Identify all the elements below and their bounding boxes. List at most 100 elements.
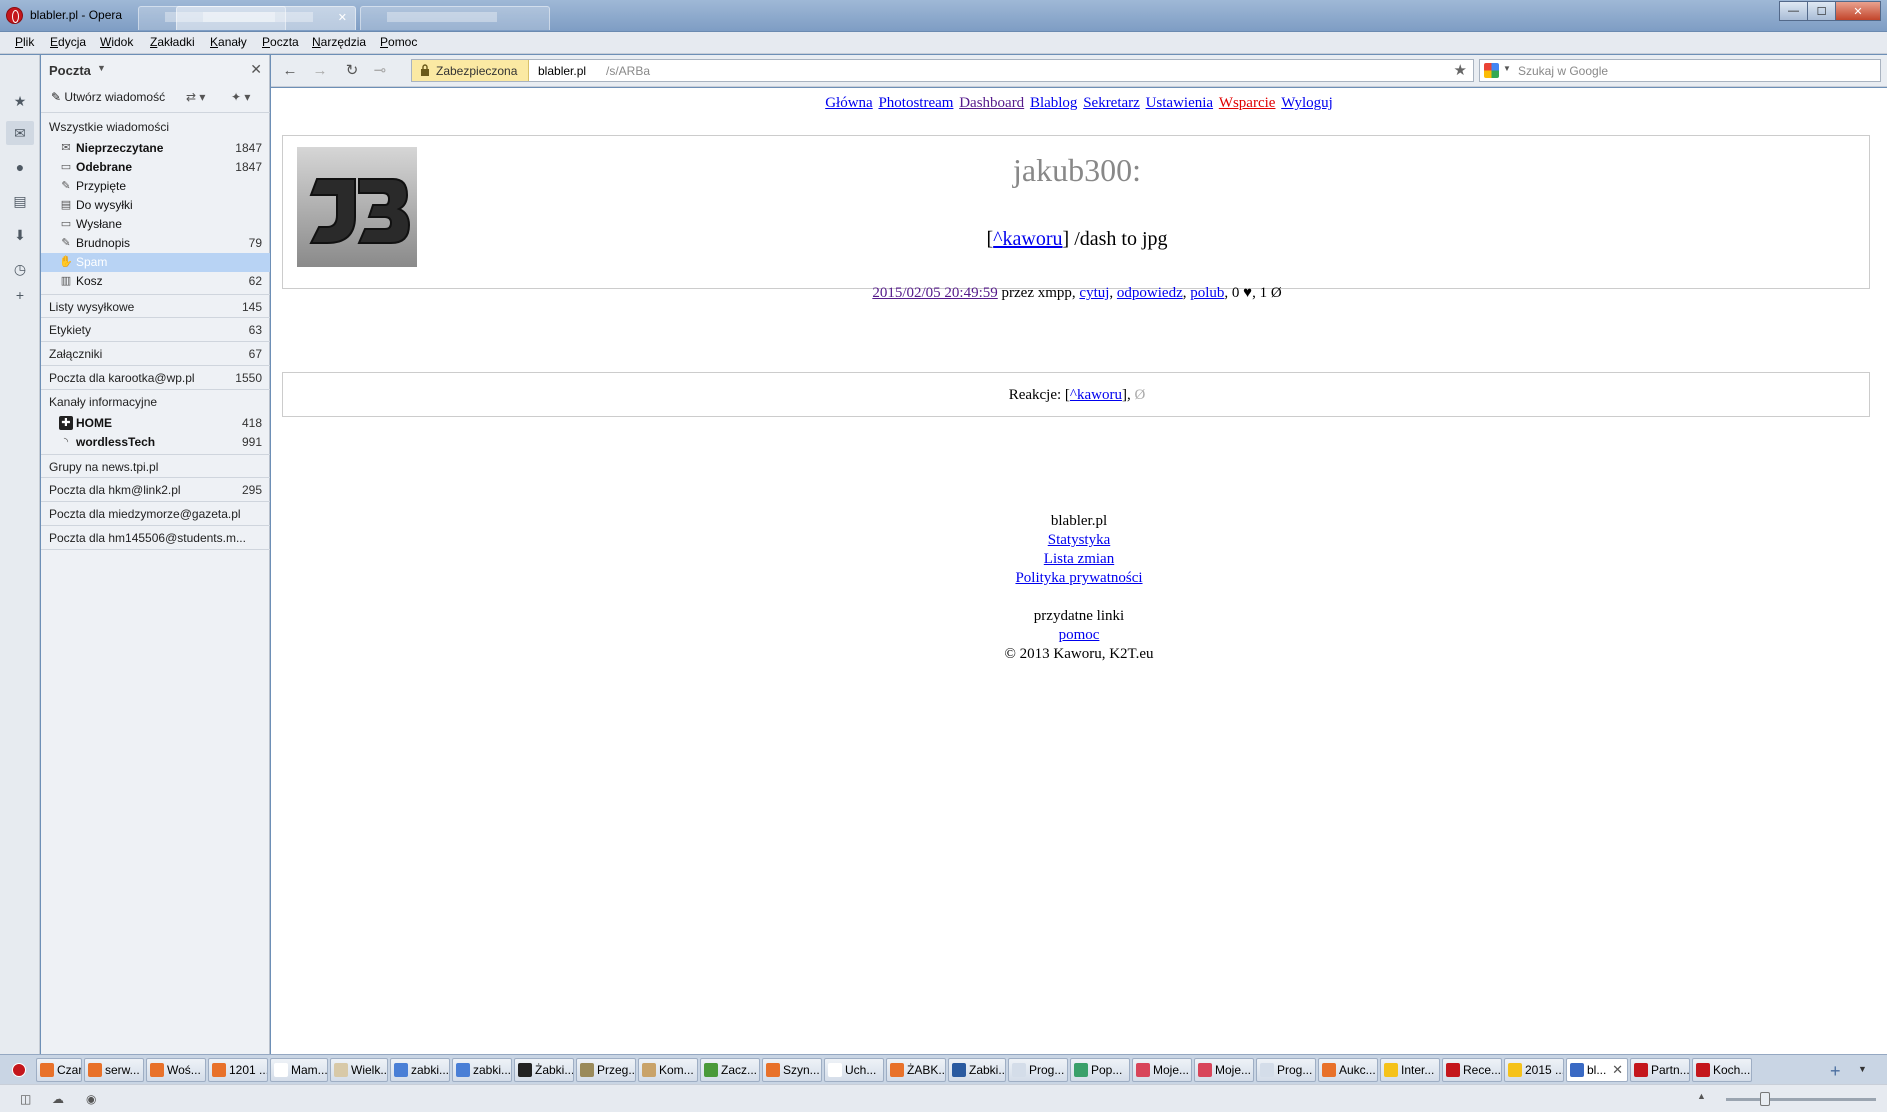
zoom-slider[interactable] [1726, 1098, 1876, 1101]
minimize-button[interactable]: — [1779, 1, 1807, 21]
tab-4[interactable]: Mam... [270, 1058, 328, 1082]
mention-link[interactable]: ^kaworu [993, 228, 1062, 250]
wrench-icon[interactable]: ✦ ▾ [231, 90, 250, 104]
tab-24[interactable]: 2015 ... [1504, 1058, 1564, 1082]
nav-link-blablog[interactable]: Blablog [1030, 95, 1078, 111]
folder-received[interactable]: ▭ Odebrane 1847 [41, 158, 270, 177]
nav-link-secretary[interactable]: Sekretarz [1083, 95, 1140, 111]
tab-8[interactable]: Żabki... [514, 1058, 574, 1082]
footer-link-help[interactable]: pomoc [1059, 627, 1100, 643]
feed-home[interactable]: ✚ HOME 418 [41, 414, 270, 433]
reply-link[interactable]: odpowiedz [1117, 285, 1183, 301]
menu-zakladki[interactable]: Zakładki [150, 35, 195, 49]
footer-link-changelog[interactable]: Lista zmian [1044, 551, 1114, 567]
footer-link-stats[interactable]: Statystyka [1048, 532, 1111, 548]
search-input[interactable]: ▼ Szukaj w Google [1479, 59, 1881, 82]
tab-0[interactable]: Czary... [36, 1058, 82, 1082]
opera-unite-cloud-icon[interactable]: ☁ [52, 1092, 66, 1106]
nav-link-settings[interactable]: Ustawienia [1146, 95, 1213, 111]
nav-link-support[interactable]: Wsparcie [1219, 95, 1276, 111]
folder-drafts[interactable]: ✎ Brudnopis 79 [41, 234, 270, 253]
tab-7[interactable]: zabki... [452, 1058, 512, 1082]
section-account-miedzymorze[interactable]: Poczta dla miedzymorze@gazeta.pl [41, 502, 270, 526]
all-messages-section[interactable]: Wszystkie wiadomości [41, 115, 270, 139]
folder-outbox[interactable]: ▤ Do wysyłki [41, 196, 270, 215]
tab-11[interactable]: Zacz... [700, 1058, 760, 1082]
history-clock-icon[interactable]: ◷ [12, 261, 28, 277]
google-icon[interactable] [1484, 63, 1499, 78]
section-account-karootka[interactable]: Poczta dla karootka@wp.pl 1550 [41, 366, 270, 390]
section-mailing-lists[interactable]: Listy wysyłkowe 145 [41, 294, 270, 318]
zoom-slider-thumb[interactable] [1760, 1092, 1770, 1106]
key-icon[interactable]: ⊸ [369, 61, 391, 81]
tab-15[interactable]: Zabki... [948, 1058, 1006, 1082]
tab-3[interactable]: 1201 ... [208, 1058, 268, 1082]
panel-toggle-icon[interactable]: ◫ [20, 1092, 34, 1106]
tab-17[interactable]: Pop... [1070, 1058, 1130, 1082]
nav-link-home[interactable]: Główna [825, 95, 873, 111]
nav-link-photostream[interactable]: Photostream [878, 95, 953, 111]
tab-9[interactable]: Przeg... [576, 1058, 636, 1082]
tab-2[interactable]: Woś... [146, 1058, 206, 1082]
section-feeds[interactable]: Kanały informacyjne [41, 390, 270, 414]
tab-19[interactable]: Moje... [1194, 1058, 1254, 1082]
menu-pomoc[interactable]: Pomoc [380, 35, 417, 49]
menu-widok[interactable]: Widok [100, 35, 133, 49]
menu-narzedzia[interactable]: Narzędzia [312, 35, 366, 49]
security-badge[interactable]: Zabezpieczona [412, 60, 529, 81]
folder-unread[interactable]: ✉ Nieprzeczytane 1847 [41, 139, 270, 158]
reaction-user-link[interactable]: ^kaworu [1070, 387, 1122, 403]
tab-22[interactable]: Inter... [1380, 1058, 1440, 1082]
feed-wordlesstech[interactable]: ◝ wordlessTech 991 [41, 433, 270, 452]
bookmark-star-icon[interactable]: ★ [1454, 61, 1467, 79]
speed-dial-gauge-icon[interactable]: ◉ [86, 1092, 100, 1106]
footer-link-privacy[interactable]: Polityka prywatności [1015, 570, 1142, 586]
menu-plik[interactable]: Plik [15, 35, 34, 49]
tab-23[interactable]: Rece... [1442, 1058, 1502, 1082]
chevron-down-icon[interactable]: ▼ [97, 63, 106, 73]
tab-12[interactable]: Szyn... [762, 1058, 822, 1082]
section-account-students[interactable]: Poczta dla hm145506@students.m... [41, 526, 270, 550]
chevron-down-icon[interactable]: ▼ [1503, 64, 1511, 73]
folder-sent[interactable]: ▭ Wysłane [41, 215, 270, 234]
tab-27[interactable]: Koch... [1692, 1058, 1752, 1082]
tab-25[interactable]: bl... ✕ [1566, 1058, 1628, 1082]
tab-26[interactable]: Partn... [1630, 1058, 1690, 1082]
tab-14[interactable]: ŻABK... [886, 1058, 946, 1082]
close-tab-icon[interactable]: ✕ [1612, 1062, 1623, 1078]
notes-icon[interactable]: ▤ [12, 193, 28, 209]
tab-6[interactable]: zabki... [390, 1058, 450, 1082]
new-tab-plus-icon[interactable]: + [1830, 1061, 1841, 1082]
menu-edycja[interactable]: Edycja [50, 35, 86, 49]
section-account-hkm[interactable]: Poczta dla hkm@link2.pl 295 [41, 478, 270, 502]
tab-10[interactable]: Kom... [638, 1058, 698, 1082]
menu-poczta[interactable]: Poczta [262, 35, 299, 49]
reload-icon[interactable]: ↻ [341, 61, 363, 81]
forward-arrow-icon[interactable]: → [309, 61, 331, 81]
tab-13[interactable]: Uch... [824, 1058, 884, 1082]
contacts-person-icon[interactable]: ● [12, 159, 28, 175]
opera-menu-icon[interactable] [12, 1063, 26, 1077]
section-attachments[interactable]: Załączniki 67 [41, 342, 270, 366]
downloads-icon[interactable]: ⬇ [12, 227, 28, 243]
close-button[interactable]: ✕ [1835, 1, 1881, 21]
tab-18[interactable]: Moje... [1132, 1058, 1192, 1082]
folder-spam[interactable]: ✋ Spam [41, 253, 270, 272]
url-field[interactable]: Zabezpieczona blabler.pl /s/ARBa ★ [411, 59, 1474, 82]
post-date-link[interactable]: 2015/02/05 20:49:59 [872, 285, 997, 301]
chevron-down-icon[interactable]: ▼ [1858, 1064, 1867, 1074]
add-panel-plus-icon[interactable]: + [12, 287, 28, 303]
tab-16[interactable]: Prog... [1008, 1058, 1068, 1082]
chevron-up-icon[interactable]: ▲ [1697, 1091, 1706, 1101]
like-link[interactable]: polub [1190, 285, 1224, 301]
tab-5[interactable]: Wielk... [330, 1058, 388, 1082]
section-labels[interactable]: Etykiety 63 [41, 318, 270, 342]
menu-kanaly[interactable]: Kanały [210, 35, 247, 49]
bookmarks-star-icon[interactable]: ★ [12, 93, 28, 109]
compose-message-button[interactable]: ✎ Utwórz wiadomość [51, 90, 165, 104]
nav-link-logout[interactable]: Wyloguj [1281, 95, 1333, 111]
tab-20[interactable]: Prog... [1256, 1058, 1316, 1082]
cite-link[interactable]: cytuj [1079, 285, 1109, 301]
tab-21[interactable]: Aukc... [1318, 1058, 1378, 1082]
opera-logo-icon[interactable] [6, 7, 23, 24]
